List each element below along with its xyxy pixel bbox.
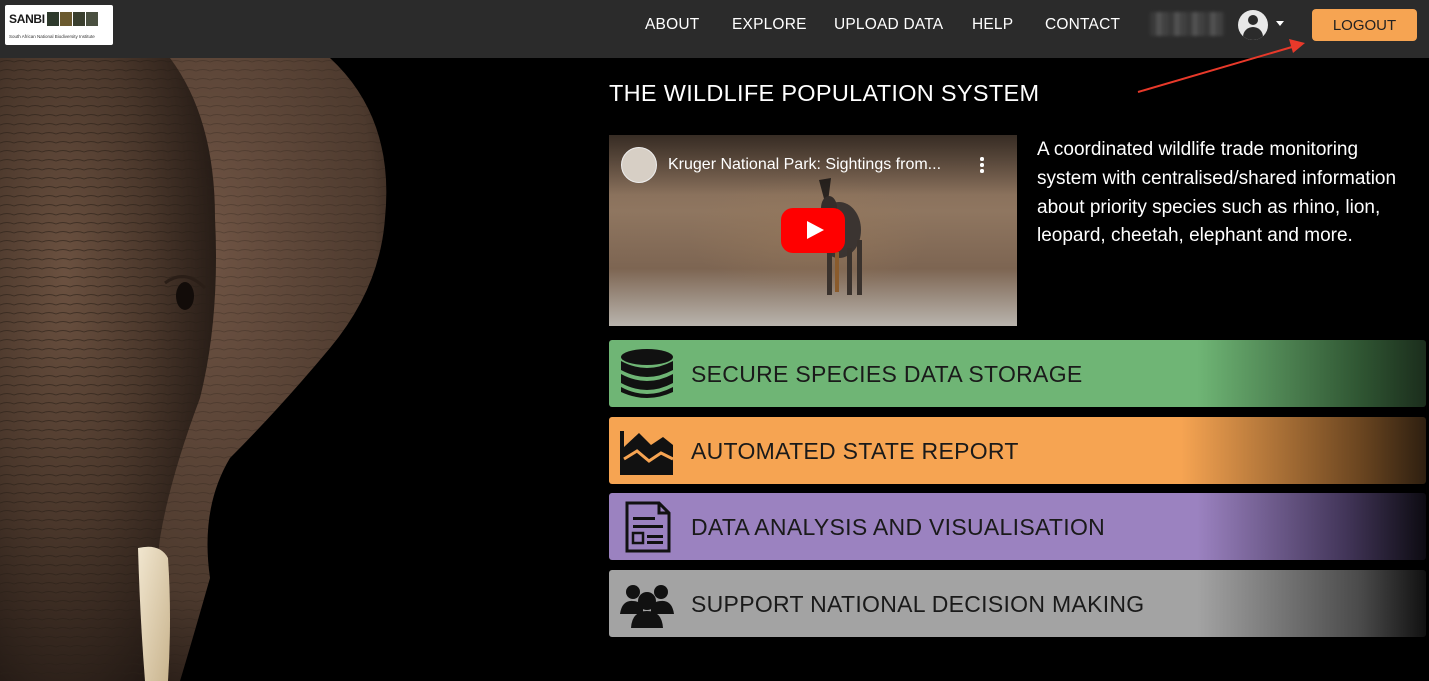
- page-title: THE WILDLIFE POPULATION SYSTEM: [609, 80, 1040, 106]
- feature-label: AUTOMATED STATE REPORT: [691, 438, 1019, 464]
- feature-label: SECURE SPECIES DATA STORAGE: [691, 361, 1083, 387]
- play-button-icon[interactable]: [781, 208, 845, 253]
- area-chart-icon: [620, 431, 674, 475]
- sanbi-logo[interactable]: SANBI South African National Biodiversit…: [5, 5, 113, 45]
- system-description: A coordinated wildlife trade monitoring …: [1037, 139, 1397, 247]
- video-title[interactable]: Kruger National Park: Sightings from...: [668, 156, 941, 174]
- nav-link-contact[interactable]: CONTACT: [1045, 16, 1120, 34]
- nav-link-help[interactable]: HELP: [972, 16, 1013, 34]
- database-icon: [621, 349, 673, 398]
- user-avatar-icon[interactable]: [1238, 10, 1268, 40]
- nav-link-upload-data[interactable]: UPLOAD DATA: [834, 16, 943, 34]
- logo-subtitle: South African National Biodiversity Inst…: [9, 34, 95, 39]
- youtube-video-embed[interactable]: Kruger National Park: Sightings from...: [609, 135, 1017, 326]
- feature-label: DATA ANALYSIS AND VISUALISATION: [691, 514, 1106, 540]
- feature-data-analysis-and-visualisation[interactable]: DATA ANALYSIS AND VISUALISATION: [609, 493, 1426, 560]
- nav-link-about[interactable]: ABOUT: [645, 16, 699, 34]
- hero-elephant-image: [0, 58, 600, 681]
- feature-label: SUPPORT NATIONAL DECISION MAKING: [691, 591, 1145, 617]
- username-redacted: [1150, 12, 1224, 36]
- logo-image-strip: [46, 12, 98, 26]
- feature-automated-state-report[interactable]: AUTOMATED STATE REPORT: [609, 417, 1426, 484]
- logout-button[interactable]: LOGOUT: [1312, 9, 1417, 41]
- feature-support-national-decision-making[interactable]: SUPPORT NATIONAL DECISION MAKING: [609, 570, 1426, 637]
- video-more-options-icon[interactable]: [979, 157, 985, 173]
- feature-secure-species-data-storage[interactable]: SECURE SPECIES DATA STORAGE: [609, 340, 1426, 407]
- nav-link-explore[interactable]: EXPLORE: [732, 16, 807, 34]
- channel-avatar[interactable]: [621, 147, 657, 183]
- user-menu-caret-icon[interactable]: [1276, 21, 1284, 26]
- users-group-icon: [620, 585, 674, 628]
- navbar: SANBI South African National Biodiversit…: [0, 0, 1429, 58]
- report-document-icon: [625, 501, 671, 553]
- logo-text: SANBI: [9, 12, 45, 26]
